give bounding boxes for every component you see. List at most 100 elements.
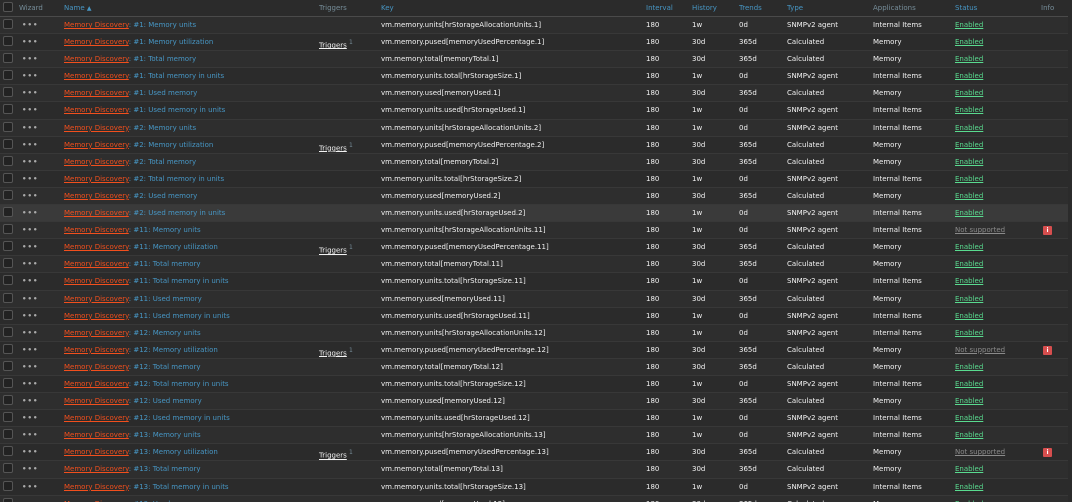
discovery-rule-link[interactable]: Memory Discovery <box>64 89 129 97</box>
item-name-link[interactable]: : #12: Total memory <box>129 363 201 371</box>
discovery-rule-link[interactable]: Memory Discovery <box>64 38 129 46</box>
discovery-rule-link[interactable]: Memory Discovery <box>64 448 129 456</box>
item-name-link[interactable]: : #1: Memory units <box>129 21 196 29</box>
row-select-cell[interactable] <box>0 410 16 428</box>
row-checkbox[interactable] <box>3 36 13 47</box>
row-select-cell[interactable] <box>0 68 16 86</box>
wizard-menu-icon[interactable]: ••• <box>16 187 61 206</box>
wizard-menu-icon[interactable]: ••• <box>16 444 61 462</box>
status-toggle-link[interactable]: Not supported <box>955 448 1005 456</box>
item-name-link[interactable]: : #12: Memory units <box>129 329 201 337</box>
status-toggle-link[interactable]: Enabled <box>955 312 983 320</box>
row-select-cell[interactable] <box>0 427 16 445</box>
status-toggle-link[interactable]: Not supported <box>955 226 1005 234</box>
status-toggle-link[interactable]: Enabled <box>955 329 983 337</box>
item-name-link[interactable]: : #11: Total memory in units <box>129 277 229 285</box>
row-checkbox[interactable] <box>3 377 13 388</box>
row-checkbox[interactable] <box>3 241 13 252</box>
item-name-link[interactable]: : #2: Memory units <box>129 124 196 132</box>
discovery-rule-link[interactable]: Memory Discovery <box>64 21 129 29</box>
item-name-link[interactable]: : #11: Memory units <box>129 226 201 234</box>
wizard-menu-icon[interactable]: ••• <box>16 51 61 69</box>
wizard-menu-icon[interactable]: ••• <box>16 307 61 325</box>
triggers-link[interactable]: Triggers <box>319 452 347 460</box>
item-name-link[interactable]: : #11: Used memory <box>129 295 202 303</box>
wizard-menu-icon[interactable]: ••• <box>16 393 61 411</box>
wizard-menu-icon[interactable]: ••• <box>16 102 61 120</box>
discovery-rule-link[interactable]: Memory Discovery <box>64 483 129 491</box>
row-checkbox[interactable] <box>3 138 13 149</box>
triggers-link[interactable]: Triggers <box>319 144 347 152</box>
row-checkbox[interactable] <box>3 497 13 502</box>
status-toggle-link[interactable]: Enabled <box>955 397 983 405</box>
wizard-menu-icon[interactable]: ••• <box>16 85 61 103</box>
row-select-cell[interactable] <box>0 239 16 257</box>
item-name-link[interactable]: : #12: Total memory in units <box>129 380 229 388</box>
row-checkbox[interactable] <box>3 155 13 166</box>
item-name-link[interactable]: : #1: Memory utilization <box>129 38 214 46</box>
item-name-link[interactable]: : #1: Used memory <box>129 89 197 97</box>
item-name-link[interactable]: : #12: Used memory in units <box>129 414 230 422</box>
wizard-menu-icon[interactable]: ••• <box>16 170 61 188</box>
select-all-checkbox[interactable] <box>3 2 13 12</box>
item-name-link[interactable]: : #2: Total memory in units <box>129 175 224 183</box>
row-checkbox[interactable] <box>3 360 13 371</box>
wizard-menu-icon[interactable]: ••• <box>16 495 61 502</box>
status-toggle-link[interactable]: Enabled <box>955 260 983 268</box>
wizard-menu-icon[interactable]: ••• <box>16 222 61 240</box>
row-checkbox[interactable] <box>3 224 13 235</box>
row-checkbox[interactable] <box>3 309 13 320</box>
item-name-link[interactable]: : #11: Total memory <box>129 260 201 268</box>
header-trends[interactable]: Trends <box>736 0 784 17</box>
row-checkbox[interactable] <box>3 53 13 64</box>
discovery-rule-link[interactable]: Memory Discovery <box>64 141 129 149</box>
triggers-link[interactable]: Triggers <box>319 247 347 255</box>
discovery-rule-link[interactable]: Memory Discovery <box>64 243 129 251</box>
row-checkbox[interactable] <box>3 87 13 98</box>
row-checkbox[interactable] <box>3 104 13 115</box>
triggers-link[interactable]: Triggers <box>319 41 347 49</box>
status-toggle-link[interactable]: Enabled <box>955 209 983 217</box>
row-select-cell[interactable] <box>0 375 16 394</box>
error-info-icon[interactable]: i <box>1043 226 1052 236</box>
status-toggle-link[interactable]: Enabled <box>955 21 983 29</box>
item-name-link[interactable]: : #12: Memory utilization <box>129 346 218 354</box>
item-name-link[interactable]: : #2: Total memory <box>129 158 196 166</box>
wizard-menu-icon[interactable]: ••• <box>16 119 61 137</box>
discovery-rule-link[interactable]: Memory Discovery <box>64 175 129 183</box>
header-history[interactable]: History <box>689 0 736 17</box>
row-checkbox[interactable] <box>3 189 13 200</box>
discovery-rule-link[interactable]: Memory Discovery <box>64 465 129 473</box>
wizard-menu-icon[interactable]: ••• <box>16 273 61 291</box>
status-toggle-link[interactable]: Enabled <box>955 431 983 439</box>
row-select-cell[interactable] <box>0 170 16 188</box>
wizard-menu-icon[interactable]: ••• <box>16 375 61 394</box>
row-select-cell[interactable] <box>0 34 16 52</box>
discovery-rule-link[interactable]: Memory Discovery <box>64 260 129 268</box>
row-select-cell[interactable] <box>0 187 16 206</box>
item-name-link[interactable]: : #1: Total memory in units <box>129 72 224 80</box>
row-select-cell[interactable] <box>0 153 16 171</box>
discovery-rule-link[interactable]: Memory Discovery <box>64 277 129 285</box>
discovery-rule-link[interactable]: Memory Discovery <box>64 124 129 132</box>
header-status[interactable]: Status <box>952 0 1038 17</box>
item-name-link[interactable]: : #12: Used memory <box>129 397 202 405</box>
row-checkbox[interactable] <box>3 19 13 29</box>
wizard-menu-icon[interactable]: ••• <box>16 410 61 428</box>
item-name-link[interactable]: : #2: Used memory <box>129 192 197 200</box>
item-name-link[interactable]: : #11: Memory utilization <box>129 243 218 251</box>
status-toggle-link[interactable]: Enabled <box>955 363 983 371</box>
discovery-rule-link[interactable]: Memory Discovery <box>64 380 129 388</box>
discovery-rule-link[interactable]: Memory Discovery <box>64 192 129 200</box>
item-name-link[interactable]: : #2: Memory utilization <box>129 141 214 149</box>
status-toggle-link[interactable]: Enabled <box>955 465 983 473</box>
discovery-rule-link[interactable]: Memory Discovery <box>64 226 129 234</box>
wizard-menu-icon[interactable]: ••• <box>16 153 61 171</box>
row-select-cell[interactable] <box>0 393 16 411</box>
row-select-cell[interactable] <box>0 307 16 325</box>
item-name-link[interactable]: : #2: Used memory in units <box>129 209 226 217</box>
discovery-rule-link[interactable]: Memory Discovery <box>64 346 129 354</box>
row-select-cell[interactable] <box>0 17 16 35</box>
discovery-rule-link[interactable]: Memory Discovery <box>64 431 129 439</box>
status-toggle-link[interactable]: Enabled <box>955 106 983 114</box>
